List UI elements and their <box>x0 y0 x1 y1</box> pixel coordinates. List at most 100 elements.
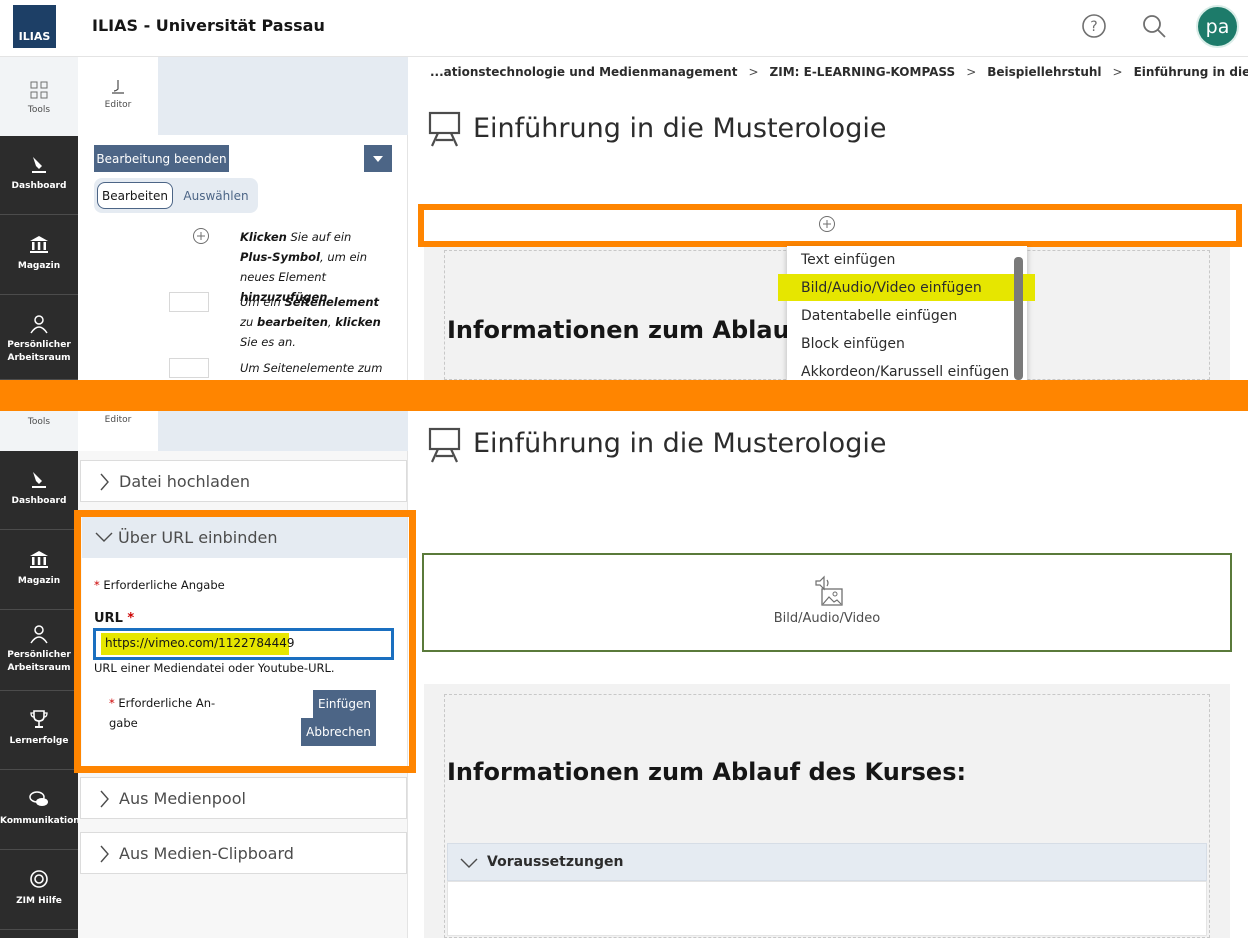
search-icon[interactable] <box>1141 13 1167 39</box>
mainbar-dashboard[interactable]: Dashboard <box>0 451 78 530</box>
mode-select-button[interactable]: Auswählen <box>177 182 255 209</box>
mainbar-personal-line1: Persönlicher <box>7 650 71 660</box>
mainbar-tools-label: Tools <box>27 417 51 427</box>
mainbar-dashboard[interactable]: Dashboard <box>0 136 78 215</box>
media-placeholder[interactable]: Bild/Audio/Video <box>422 553 1232 652</box>
menu-item-table[interactable]: Datentabelle einfügen <box>801 308 957 324</box>
page-title: Einführung in die Musterologie <box>473 113 887 144</box>
media-icon <box>815 575 843 606</box>
chevron-down-icon <box>95 532 113 542</box>
top-pane: Tools Dashboard Magazin Persönlicher Arbe… <box>0 57 1248 380</box>
help-icon[interactable]: ? <box>1081 13 1107 39</box>
tools-grid-icon <box>30 81 48 99</box>
editor-tab[interactable]: Editor <box>78 57 158 135</box>
menu-scrollbar[interactable] <box>1014 257 1023 380</box>
mainbar-magazin[interactable]: Magazin <box>0 531 78 610</box>
required-note-2: * Erforderliche An-gabe <box>109 696 216 730</box>
editor-tab[interactable]: Editor <box>78 411 158 451</box>
accordion-upload-label: Datei hochladen <box>119 471 251 491</box>
presentation-board-icon <box>428 427 461 463</box>
breadcrumb-item[interactable]: Beispiellehrstuhl <box>987 65 1101 79</box>
url-label-text: URL <box>94 611 123 626</box>
url-label: URL * <box>94 611 135 626</box>
dashboard-icon <box>32 472 46 488</box>
trophy-icon <box>30 710 48 728</box>
mainbar-zim-hilfe-label: ZIM Hilfe <box>16 896 62 906</box>
breadcrumb: ...ationstechnologie und Medienmanagemen… <box>430 65 1248 79</box>
top-header: ILIAS ILIAS - Universität Passau ? pa <box>0 0 1248 57</box>
mainbar-magazin-label: Magazin <box>17 261 61 271</box>
editor-tab-label: Editor <box>104 100 132 110</box>
dropdown-toggle-button[interactable] <box>364 145 392 172</box>
menu-item-block[interactable]: Block einfügen <box>801 336 905 352</box>
avatar[interactable]: pa <box>1196 5 1239 48</box>
breadcrumb-item[interactable]: ZIM: E-LEARNING-KOMPASS <box>770 65 956 79</box>
section-heading: Informationen zum Ablauf des Kurses: <box>447 758 967 786</box>
user-icon <box>30 625 48 644</box>
magazin-icon <box>30 236 48 253</box>
avatar-initials: pa <box>1205 15 1230 38</box>
url-input[interactable]: https://vimeo.com/1122784449 <box>93 628 394 660</box>
presentation-board-icon <box>428 111 461 147</box>
required-note-2-line2: gabe <box>109 716 138 730</box>
user-icon <box>30 315 48 334</box>
chevron-right-icon <box>100 790 109 808</box>
slate-tabbar-2 <box>158 411 408 451</box>
mode-edit-button[interactable]: Bearbeiten <box>97 182 173 209</box>
plus-circle-icon <box>193 228 209 244</box>
insert-button[interactable]: Einfügen <box>313 690 376 718</box>
mainbar-tools-label: Tools <box>27 105 51 115</box>
accordion-upload[interactable]: Datei hochladen <box>80 460 407 502</box>
mainbar-personal-line2: Arbeitsraum <box>7 353 71 363</box>
mainbar-magazin[interactable]: Magazin <box>0 216 78 295</box>
mainbar-dashboard-label: Dashboard <box>11 181 67 191</box>
menu-item-media[interactable]: Bild/Audio/Video einfügen <box>801 280 982 296</box>
pen-icon <box>112 80 124 94</box>
mainbar-dashboard-label: Dashboard <box>11 496 67 506</box>
url-input-value: https://vimeo.com/1122784449 <box>105 636 295 650</box>
accordion-url[interactable]: Über URL einbinden <box>82 517 407 558</box>
end-edit-button[interactable]: Bearbeitung beenden <box>94 145 229 172</box>
accordion-prerequisites-label: Voraussetzungen <box>487 854 624 870</box>
help-element-sample <box>169 292 209 312</box>
mainbar-lernerfolge-label: Lernerfolge <box>9 736 69 746</box>
mainbar-kommunikation-label: Kommunikation <box>0 816 80 826</box>
accordion-url-label: Über URL einbinden <box>118 528 278 547</box>
mainbar-personal[interactable]: Persönlicher Arbeitsraum <box>0 611 78 691</box>
mainbar-personal[interactable]: Persönlicher Arbeitsraum <box>0 296 78 380</box>
separator-bar <box>0 380 1248 411</box>
accordion-media-pool[interactable]: Aus Medienpool <box>80 777 407 819</box>
section-heading: Informationen zum Ablauf d <box>447 316 826 344</box>
accordion-prerequisites[interactable]: Voraussetzungen <box>447 843 1207 881</box>
mainbar-tools[interactable]: Tools <box>0 57 78 136</box>
chat-icon <box>29 791 48 806</box>
breadcrumb-item[interactable]: Einführung in die Musterologie <box>1134 65 1248 79</box>
mainbar-kommunikation[interactable]: Kommunikation <box>0 771 80 850</box>
slate-tabbar <box>158 57 408 135</box>
bottom-pane: Tools Dashboard Magazin Persönlicher Arbe… <box>0 411 1248 938</box>
chevron-right-icon <box>100 473 109 491</box>
dashboard-icon <box>32 157 46 173</box>
mainbar-magazin-label: Magazin <box>17 576 61 586</box>
mainbar-lernerfolge[interactable]: Lernerfolge <box>0 691 78 770</box>
mainbar-personal-line1: Persönlicher <box>7 340 71 350</box>
svg-text:?: ? <box>1090 19 1097 35</box>
accordion-clipboard[interactable]: Aus Medien-Clipboard <box>80 832 407 874</box>
mainbar-zim-hilfe[interactable]: ZIM Hilfe <box>0 851 78 930</box>
media-placeholder-label: Bild/Audio/Video <box>773 611 881 626</box>
breadcrumb-item[interactable]: ...ationstechnologie und Medienmanagemen… <box>430 65 737 79</box>
ilias-logo[interactable]: ILIAS <box>13 5 56 48</box>
help-edit-element: Um ein Seitenelement zu bearbeiten, klic… <box>240 295 381 349</box>
menu-item-text[interactable]: Text einfügen <box>801 252 895 268</box>
mainbar-tools[interactable]: Tools <box>0 411 78 451</box>
page-title: Einführung in die Musterologie <box>473 428 887 459</box>
cancel-button[interactable]: Abbrechen <box>301 718 376 746</box>
logo-text: ILIAS <box>18 30 51 43</box>
add-element-plus-icon[interactable] <box>818 215 836 233</box>
accordion-clipboard-label: Aus Medien-Clipboard <box>119 843 294 863</box>
accordion-media-pool-label: Aus Medienpool <box>119 788 246 808</box>
required-note-2-line1: Erforderliche An- <box>118 696 216 710</box>
chevron-down-icon <box>460 858 478 868</box>
editor-tab-label: Editor <box>104 415 132 425</box>
menu-item-accordion[interactable]: Akkordeon/Karussell einfügen <box>801 364 1009 380</box>
